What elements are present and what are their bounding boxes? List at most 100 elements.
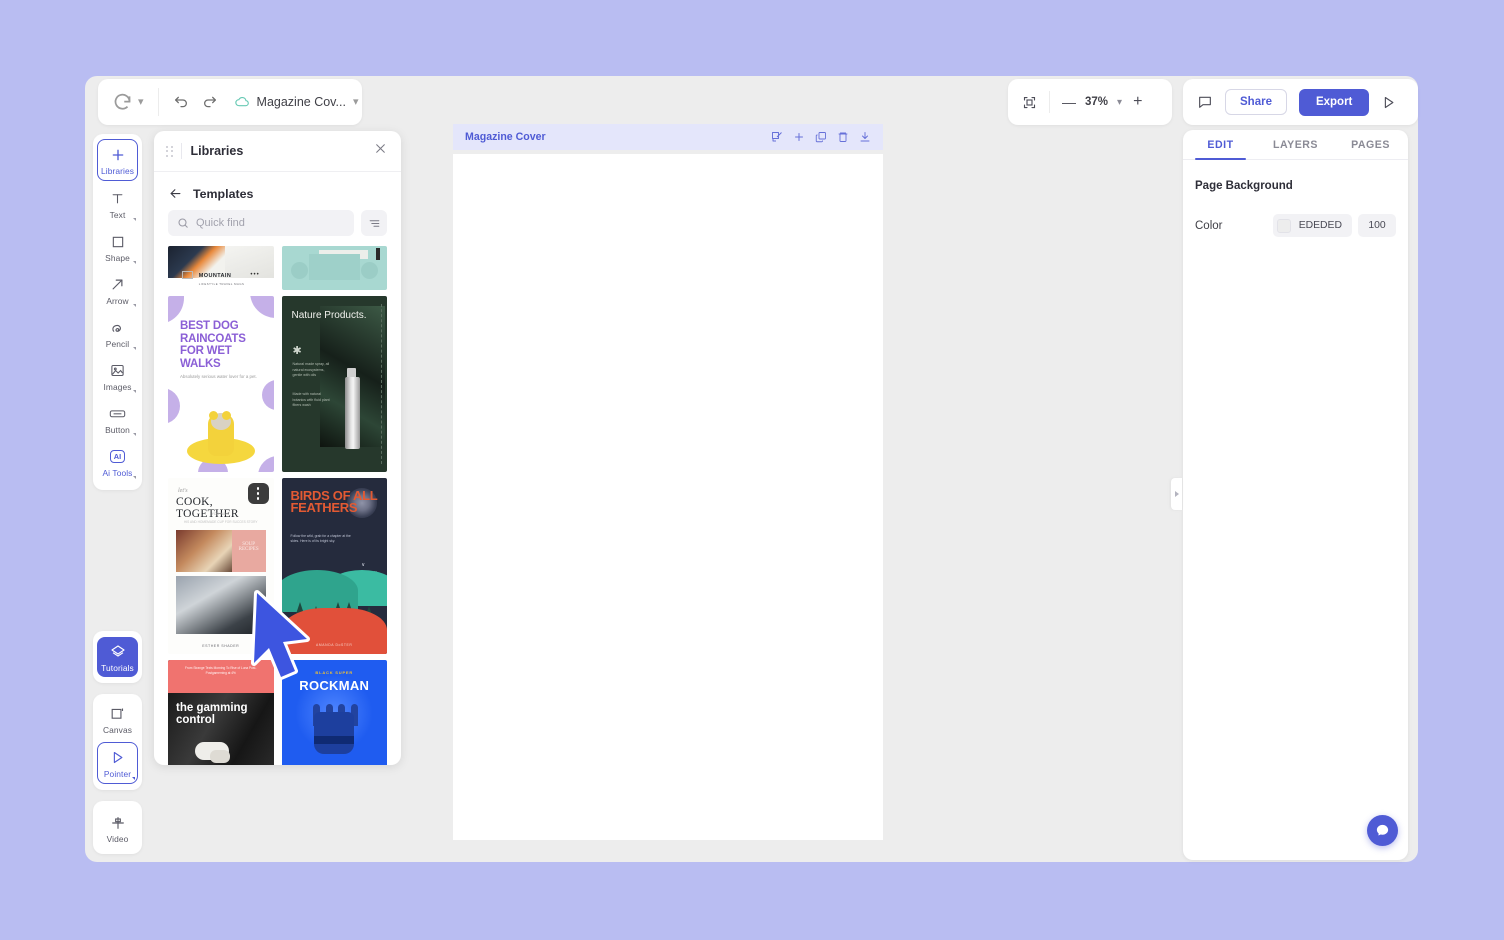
search-input[interactable] xyxy=(196,217,345,229)
messenger-icon[interactable] xyxy=(1367,815,1398,846)
caret-icon xyxy=(133,304,136,307)
template-card[interactable]: BLACK SUPER ROCKMAN xyxy=(282,660,388,765)
document-menu[interactable]: Magazine Cov... ▾ xyxy=(218,95,359,110)
caret-icon xyxy=(133,433,136,436)
play-triangle-icon[interactable] xyxy=(1381,95,1396,110)
color-swatch-field[interactable]: EDEDED xyxy=(1273,214,1352,237)
sidebar-item-images[interactable]: Images xyxy=(97,356,138,396)
sidebar-item-tutorials[interactable]: Tutorials xyxy=(97,637,138,677)
opacity-field[interactable]: 100 xyxy=(1358,214,1396,237)
more-vertical-icon[interactable] xyxy=(248,483,269,504)
template-card[interactable]: let's COOK, TOGETHER YOU WANT HIS AND HO… xyxy=(168,478,274,654)
template-card[interactable]: BEST DOG RAINCOATS FOR WET WALKS Absolut… xyxy=(168,296,274,472)
tool-label: Text xyxy=(110,210,126,220)
sidebar-item-pointer[interactable]: Pointer xyxy=(97,742,138,784)
template-art xyxy=(176,530,235,572)
tool-label: Video xyxy=(107,834,129,844)
tool-label: Pointer xyxy=(104,769,131,779)
template-title: ROCKMAN xyxy=(282,678,388,693)
divider xyxy=(1049,91,1050,113)
libraries-panel-header: Libraries xyxy=(154,131,401,172)
tab-layers[interactable]: LAYERS xyxy=(1258,130,1333,159)
template-card[interactable]: From Strange Texts Morning To Rise of Lu… xyxy=(168,660,274,765)
duplicate-icon[interactable] xyxy=(815,131,827,143)
template-title: the gamming control xyxy=(176,702,274,726)
tutorials-rail: Tutorials xyxy=(93,631,142,683)
sidebar-item-ai-tools[interactable]: AI Ai Tools xyxy=(97,442,138,482)
template-footer: ESTHER SHADER xyxy=(168,644,274,648)
add-page-icon[interactable] xyxy=(793,131,805,143)
sidebar-item-shape[interactable]: Shape xyxy=(97,227,138,267)
canvas-page[interactable] xyxy=(453,154,883,840)
chevron-down-icon[interactable]: ▾ xyxy=(353,97,359,108)
cloud-save-icon xyxy=(235,95,250,110)
download-icon[interactable] xyxy=(859,131,871,143)
templates-grid: MOUNTAIN LIFESTYLE TRAVEL MAGS ••• BEST … xyxy=(154,246,401,765)
panel-collapse-handle[interactable] xyxy=(1171,478,1182,510)
brand-menu[interactable]: ▾ xyxy=(98,92,158,113)
template-subtitle: YOU WANT xyxy=(176,512,266,516)
template-card[interactable]: Nature Products. ✱ Natural made spray, a… xyxy=(282,296,388,472)
template-kicker: BLACK SUPER xyxy=(282,670,388,675)
zoom-out-button[interactable]: — xyxy=(1062,95,1076,109)
rename-pencil-icon[interactable] xyxy=(771,131,783,143)
redo-icon[interactable] xyxy=(202,94,218,110)
chevron-down-icon[interactable]: ▾ xyxy=(1117,97,1122,108)
tab-pages[interactable]: PAGES xyxy=(1333,130,1408,159)
zoom-value: 37% xyxy=(1085,96,1108,108)
drag-grip-icon[interactable] xyxy=(166,146,173,157)
template-art xyxy=(282,608,388,654)
chevron-down-icon: ▾ xyxy=(138,97,144,108)
caret-icon xyxy=(132,777,135,780)
arrow-left-icon[interactable] xyxy=(168,186,183,201)
search-box[interactable] xyxy=(168,210,354,236)
template-art xyxy=(250,296,274,318)
template-subtitle: LIFESTYLE TRAVEL MAGS xyxy=(199,282,245,286)
template-card[interactable]: MOUNTAIN LIFESTYLE TRAVEL MAGS ••• xyxy=(168,246,274,290)
template-body: Made with natural botanics with fluid pl… xyxy=(293,392,335,409)
template-art xyxy=(376,248,380,260)
undo-icon[interactable] xyxy=(173,94,189,110)
caret-icon xyxy=(133,347,136,350)
close-x-icon[interactable] xyxy=(374,142,387,160)
comment-bubble-icon[interactable] xyxy=(1197,94,1213,110)
sidebar-item-video[interactable]: Video xyxy=(97,808,138,848)
template-badge: SOUP RECIPES xyxy=(232,542,266,552)
sidebar-item-arrow[interactable]: Arrow xyxy=(97,270,138,310)
g-logo-icon xyxy=(112,92,133,113)
share-button[interactable]: Share xyxy=(1225,89,1287,115)
template-banner: From Strange Texts Morning To Rise of Lu… xyxy=(168,660,274,675)
caret-icon xyxy=(133,390,136,393)
template-body: Natural made spray, all natural ecosyste… xyxy=(293,362,335,379)
pencil-icon xyxy=(110,318,125,337)
template-card[interactable] xyxy=(282,246,388,290)
fit-to-screen-icon[interactable] xyxy=(1022,95,1037,110)
export-button[interactable]: Export xyxy=(1299,89,1369,116)
image-icon xyxy=(110,361,125,380)
template-art: From Strange Texts Morning To Rise of Lu… xyxy=(168,660,274,693)
sidebar-item-libraries[interactable]: Libraries xyxy=(97,139,138,181)
sidebar-item-text[interactable]: Text xyxy=(97,184,138,224)
sidebar-item-button[interactable]: Button xyxy=(97,399,138,439)
color-swatch[interactable] xyxy=(1277,219,1291,233)
left-tool-rail: Libraries Text Shape Arrow Pencil Images xyxy=(93,134,142,490)
template-card[interactable]: BIRDS OF ALL FEATHERS Follow the wild, g… xyxy=(282,478,388,654)
tool-label: Tutorials xyxy=(101,663,134,673)
tool-label: Libraries xyxy=(101,166,134,176)
templates-header: Templates xyxy=(154,172,401,210)
delete-trash-icon[interactable] xyxy=(837,131,849,143)
bird-glyph-icon: ∨ xyxy=(361,562,365,568)
color-hex-value: EDEDED xyxy=(1299,220,1342,231)
sidebar-item-pencil[interactable]: Pencil xyxy=(97,313,138,353)
arrow-diagonal-icon xyxy=(110,275,125,294)
template-art xyxy=(262,380,274,410)
template-art xyxy=(345,377,360,449)
filter-lines-icon[interactable] xyxy=(361,210,387,236)
page-background-title: Page Background xyxy=(1183,160,1408,192)
sidebar-item-canvas[interactable]: Canvas xyxy=(97,699,138,739)
tool-label: Shape xyxy=(105,253,130,263)
tab-edit[interactable]: EDIT xyxy=(1183,130,1258,159)
template-art xyxy=(309,254,360,280)
zoom-in-button[interactable]: + xyxy=(1133,94,1142,110)
tool-label: Canvas xyxy=(103,725,132,735)
